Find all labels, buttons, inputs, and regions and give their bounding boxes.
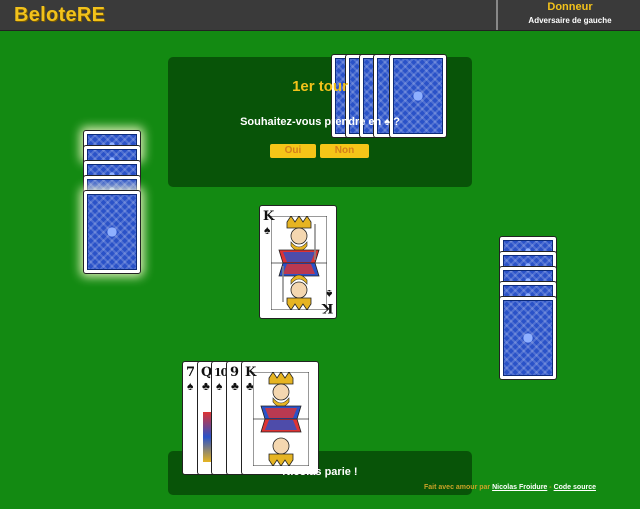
- footer-separator: -: [549, 484, 552, 491]
- role-subtitle: Adversaire de gauche: [528, 16, 612, 25]
- top-bar: BeloteRE Donneur Adversaire de gauche: [0, 0, 640, 31]
- left-opponent-card: [83, 190, 141, 274]
- app-logo: BeloteRE: [14, 4, 106, 26]
- spade-icon: ♠: [325, 287, 332, 301]
- spade-icon: ♠: [187, 379, 194, 393]
- right-opponent-card: [499, 296, 557, 380]
- hand-card-king-of-clubs[interactable]: K ♣: [241, 361, 319, 475]
- source-code-link[interactable]: Code source: [554, 484, 596, 491]
- club-icon: ♣: [231, 379, 239, 393]
- status-message: Nicolas parie !: [282, 466, 358, 478]
- king-figure-icon: [271, 216, 327, 310]
- footer: Fait avec amour par Nicolas Froidure - C…: [424, 484, 596, 491]
- spade-icon: ♠: [216, 379, 223, 393]
- played-card-king-of-spades[interactable]: K ♠ ♠ K: [259, 205, 337, 319]
- footer-text: Fait avec amour par: [424, 484, 491, 491]
- card-rank: 9: [230, 365, 240, 380]
- yes-button[interactable]: Oui: [270, 144, 316, 158]
- club-icon: ♣: [202, 379, 210, 393]
- take-question: Souhaitez-vous prendre en ♠ ?: [240, 116, 400, 128]
- role-title: Donneur: [547, 1, 593, 13]
- no-button[interactable]: Non: [320, 144, 369, 158]
- card-rank: K: [321, 300, 333, 315]
- author-link[interactable]: Nicolas Froidure: [492, 484, 547, 491]
- spade-icon: ♠: [264, 223, 271, 237]
- player-role: Donneur Adversaire de gauche: [496, 0, 640, 30]
- king-figure-icon: [253, 372, 309, 466]
- card-rank: 7: [186, 365, 196, 380]
- round-title: 1er tour: [292, 78, 348, 95]
